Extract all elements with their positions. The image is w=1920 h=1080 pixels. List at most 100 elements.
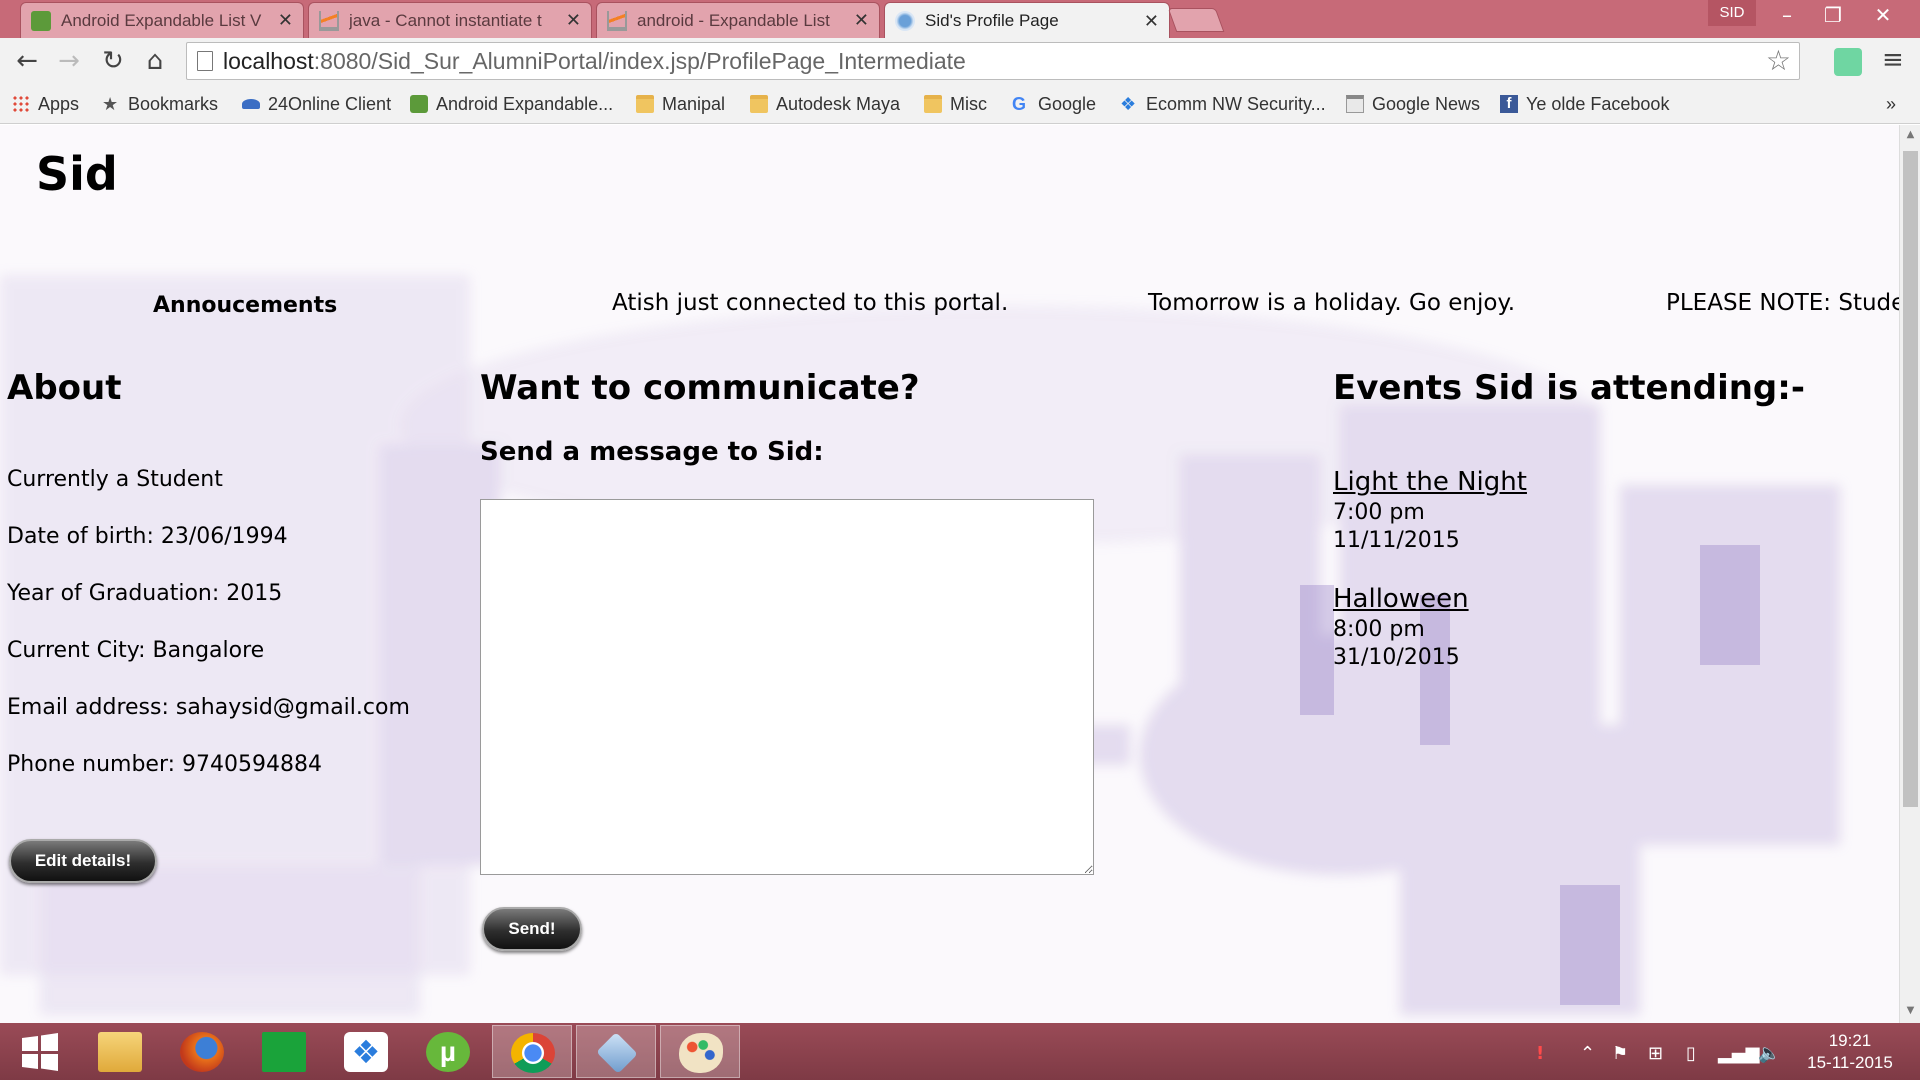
event-time: 8:00 pm — [1333, 617, 1425, 642]
google-icon: G — [1012, 94, 1027, 114]
about-phone: Phone number: 9740594884 — [7, 752, 322, 777]
scroll-down-arrow-icon[interactable]: ▼ — [1900, 1005, 1920, 1019]
url-host: localhost — [223, 48, 314, 74]
bookmark-label: Bookmarks — [128, 93, 219, 114]
home-icon[interactable]: ⌂ — [138, 44, 172, 78]
bookmark-label: Misc — [950, 93, 987, 114]
stackoverflow-favicon-icon — [607, 10, 627, 31]
bookmark-apps[interactable]: Apps — [12, 92, 79, 116]
bookmark-label: Ye olde Facebook — [1526, 93, 1670, 114]
bookmark-bookmarks[interactable]: ★ Bookmarks — [102, 92, 218, 116]
bookmark-misc[interactable]: Misc — [924, 92, 987, 116]
show-hidden-icons-icon[interactable]: ⌃ — [1580, 1043, 1595, 1064]
taskbar-dropbox[interactable]: ❖ — [326, 1025, 406, 1078]
battery-icon[interactable]: ▯ — [1686, 1043, 1696, 1064]
edit-details-button[interactable]: Edit details! — [9, 839, 157, 883]
bookmark-label: 24Online Client — [268, 93, 392, 114]
forward-arrow-icon[interactable]: → — [52, 44, 86, 78]
close-icon[interactable]: ✕ — [278, 10, 293, 31]
start-button[interactable] — [0, 1025, 80, 1078]
firefox-icon — [180, 1032, 224, 1072]
taskbar-paint[interactable] — [660, 1025, 740, 1078]
bookmark-label: Apps — [38, 93, 80, 114]
minimize-icon[interactable]: – — [1764, 0, 1810, 30]
store-icon — [262, 1032, 306, 1072]
announcement-item: Atish just connected to this portal. — [612, 290, 1009, 316]
bookmark-autodesk-maya[interactable]: Autodesk Maya — [750, 92, 900, 116]
page-viewport: Sid Annoucements Atish just connected to… — [0, 125, 1899, 1023]
tab-title: Android Expandable List V — [61, 10, 262, 30]
taskbar-firefox[interactable] — [162, 1025, 242, 1078]
tab-android-expandable-list[interactable]: Android Expandable List V ✕ — [20, 2, 304, 38]
page-icon — [197, 51, 213, 71]
bookmark-manipal[interactable]: Manipal — [636, 92, 725, 116]
cloud-icon — [242, 99, 260, 109]
dropbox-icon: ❖ — [344, 1032, 388, 1072]
system-clock[interactable]: 19:21 15-11-2015 — [1790, 1030, 1910, 1074]
bookmark-google[interactable]: G Google — [1012, 92, 1096, 116]
star-icon: ★ — [102, 94, 119, 114]
bookmark-label: Autodesk Maya — [776, 93, 901, 114]
event-link-halloween[interactable]: Halloween — [1333, 584, 1469, 614]
bookmark-ye-olde-facebook[interactable]: f Ye olde Facebook — [1500, 92, 1669, 116]
send-message-label: Send a message to Sid: — [480, 437, 824, 467]
bookmarks-overflow-icon[interactable]: » — [1886, 92, 1896, 116]
close-icon[interactable]: ✕ — [566, 10, 581, 31]
windows-taskbar: ❖ µ — [0, 1023, 1920, 1080]
back-arrow-icon[interactable]: ← — [10, 44, 44, 78]
security-alert-icon[interactable]: ! — [1536, 1043, 1544, 1064]
bookmark-android-expandable[interactable]: Android Expandable... — [410, 92, 613, 116]
taskbar-chrome[interactable] — [492, 1025, 572, 1078]
tab-title: android - Expandable List — [637, 10, 830, 30]
event-date: 11/11/2015 — [1333, 528, 1460, 553]
reload-icon[interactable]: ↻ — [96, 44, 130, 78]
url-path: :8080/Sid_Sur_AlumniPortal/index.jsp/Pro… — [313, 48, 966, 74]
folder-icon — [750, 95, 768, 113]
facebook-icon: f — [1500, 95, 1518, 113]
message-textarea[interactable] — [480, 499, 1094, 875]
new-tab-button[interactable] — [1167, 8, 1225, 32]
close-icon[interactable]: ✕ — [854, 10, 869, 31]
address-bar[interactable]: localhost:8080/Sid_Sur_AlumniPortal/inde… — [186, 42, 1800, 80]
taskbar-file-explorer[interactable] — [80, 1025, 160, 1078]
page-scrollbar[interactable]: ▲ ▼ — [1899, 125, 1920, 1023]
chrome-menu-icon[interactable]: ≡ — [1882, 46, 1908, 74]
bookmark-ecomm-nw-security[interactable]: ❖ Ecomm NW Security... — [1120, 92, 1326, 116]
close-icon[interactable]: ✕ — [1144, 11, 1159, 32]
bookmark-star-icon[interactable]: ☆ — [1766, 43, 1791, 79]
tomcat-favicon-icon — [895, 11, 915, 31]
window-close-icon[interactable]: ✕ — [1860, 0, 1906, 30]
news-icon — [1346, 95, 1364, 113]
start-icon — [22, 1033, 58, 1071]
event-date: 31/10/2015 — [1333, 645, 1460, 670]
communicate-heading: Want to communicate? — [480, 368, 920, 408]
action-center-flag-icon[interactable]: ⚑ — [1612, 1043, 1628, 1064]
scrollbar-thumb[interactable] — [1903, 151, 1918, 807]
scroll-up-arrow-icon[interactable]: ▲ — [1900, 129, 1920, 143]
bookmark-google-news[interactable]: Google News — [1346, 92, 1480, 116]
bookmark-label: Manipal — [662, 93, 726, 114]
folder-icon — [636, 95, 654, 113]
tab-android-expandable-list-so[interactable]: android - Expandable List ✕ — [596, 2, 880, 38]
chrome-icon — [511, 1033, 555, 1073]
bookmark-24online-client[interactable]: 24Online Client — [242, 92, 391, 116]
taskbar-store[interactable] — [244, 1025, 324, 1078]
about-dob: Date of birth: 23/06/1994 — [7, 524, 288, 549]
windows-logo-tray-icon[interactable]: ⊞ — [1648, 1043, 1663, 1064]
taskbar-cube-app[interactable] — [576, 1025, 656, 1078]
extension-icon[interactable] — [1834, 48, 1862, 76]
network-signal-icon[interactable]: ▂▄▆ — [1718, 1043, 1760, 1064]
taskbar-utorrent[interactable]: µ — [408, 1025, 488, 1078]
event-link-light-the-night[interactable]: Light the Night — [1333, 467, 1527, 497]
tab-sids-profile-page[interactable]: Sid's Profile Page ✕ — [884, 2, 1170, 39]
restore-icon[interactable]: ❐ — [1810, 0, 1856, 30]
send-button[interactable]: Send! — [482, 907, 582, 951]
profile-badge[interactable]: SID — [1708, 0, 1756, 26]
volume-icon[interactable]: 🔈 — [1758, 1043, 1780, 1064]
folder-icon — [924, 95, 942, 113]
about-city: Current City: Bangalore — [7, 638, 265, 663]
stackoverflow-favicon-icon — [319, 10, 339, 31]
announcement-item: Tomorrow is a holiday. Go enjoy. — [1148, 290, 1516, 316]
tab-java-cannot-instantiate[interactable]: java - Cannot instantiate t ✕ — [308, 2, 592, 38]
clock-time: 19:21 — [1828, 1031, 1872, 1050]
